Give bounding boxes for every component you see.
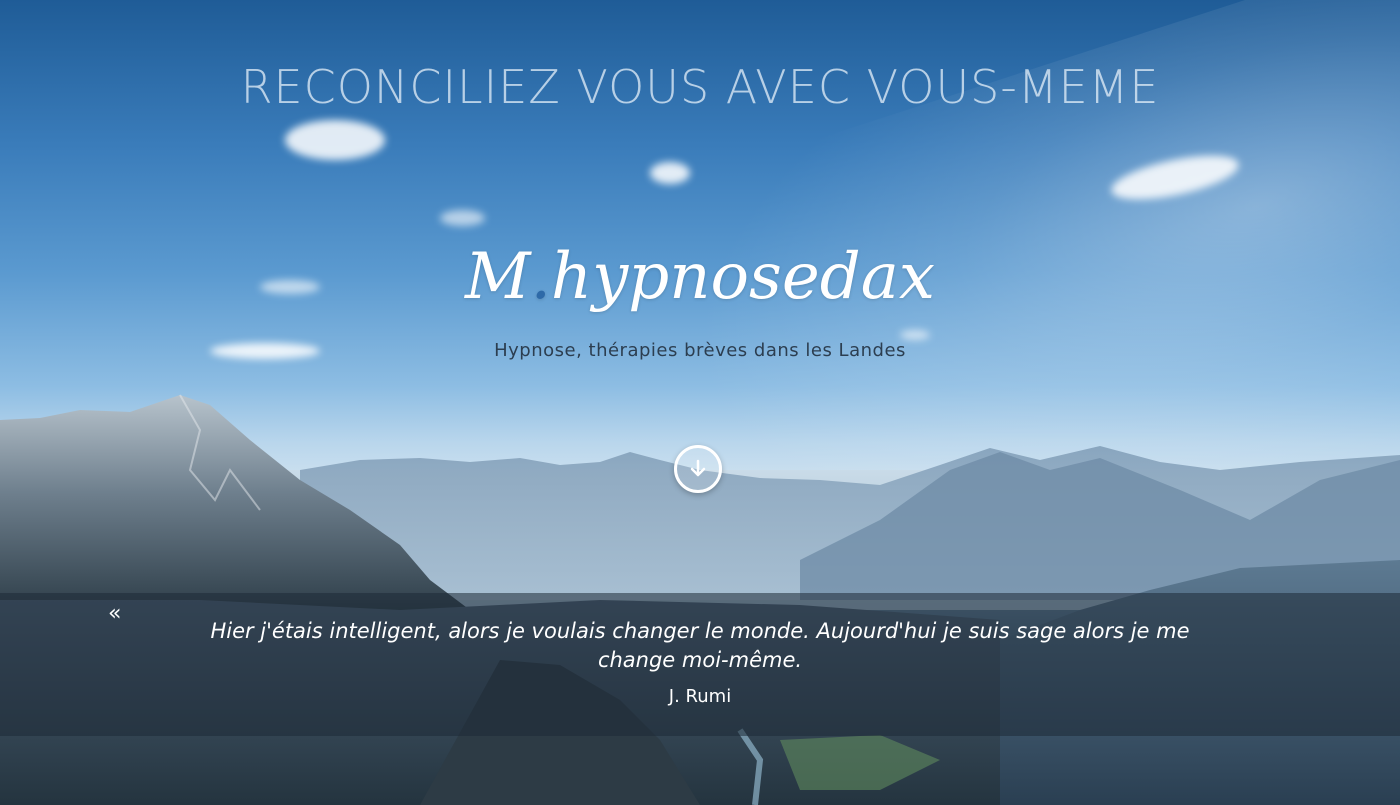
- hero-section: RECONCILIEZ VOUS AVEC VOUS-MEME M.hypnos…: [0, 0, 1400, 805]
- site-logo[interactable]: M.hypnosedax: [0, 240, 1400, 314]
- arrow-down-icon: [690, 459, 706, 477]
- hero-headline: RECONCILIEZ VOUS AVEC VOUS-MEME: [240, 60, 1160, 114]
- site-tagline: Hypnose, thérapies brèves dans les Lande…: [494, 340, 906, 361]
- logo-dot: .: [530, 240, 551, 314]
- quote-mark: «: [108, 601, 122, 626]
- quote-author: J. Rumi: [668, 686, 732, 707]
- scroll-down-button[interactable]: [674, 445, 722, 493]
- quote-text: Hier j'étais intelligent, alors je voula…: [210, 619, 1190, 672]
- logo-initial: M: [465, 240, 531, 314]
- quote-banner: « Hier j'étais intelligent, alors je vou…: [0, 593, 1400, 736]
- logo-name: hypnosedax: [550, 240, 935, 314]
